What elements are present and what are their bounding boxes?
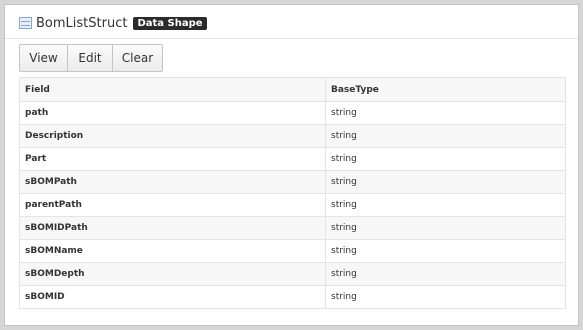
field-name-cell: sBOMName xyxy=(20,240,326,262)
field-name-cell: sBOMPath xyxy=(20,171,326,193)
header-divider xyxy=(5,38,578,39)
column-header-field[interactable]: Field xyxy=(20,78,326,101)
panel-header: BomListStruct Data Shape xyxy=(19,11,207,35)
field-name-cell: sBOMID xyxy=(20,286,326,308)
base-type-cell: string xyxy=(331,246,357,256)
field-name-cell: Description xyxy=(20,125,326,147)
table-row[interactable]: Part string xyxy=(20,147,565,170)
field-name-cell: sBOMDepth xyxy=(20,263,326,285)
view-button[interactable]: View xyxy=(20,45,68,71)
base-type-cell: string xyxy=(331,269,357,279)
table-row[interactable]: parentPath string xyxy=(20,193,565,216)
grid-header-row: Field BaseType xyxy=(20,78,565,101)
table-row[interactable]: sBOMID string xyxy=(20,285,565,308)
field-name-cell: sBOMIDPath xyxy=(20,217,326,239)
field-name-cell: Part xyxy=(20,148,326,170)
table-row[interactable]: Description string xyxy=(20,124,565,147)
table-row[interactable]: sBOMIDPath string xyxy=(20,216,565,239)
field-name-cell: path xyxy=(20,102,326,124)
field-definitions-grid: Field BaseType path string Description stri… xyxy=(19,77,566,309)
column-header-basetype[interactable]: BaseType xyxy=(326,78,565,101)
base-type-cell: string xyxy=(331,292,357,302)
field-name-cell: parentPath xyxy=(20,194,326,216)
base-type-cell: string xyxy=(331,108,357,118)
base-type-cell: string xyxy=(331,223,357,233)
clear-button[interactable]: Clear xyxy=(113,45,162,71)
base-type-cell: string xyxy=(331,154,357,164)
base-type-cell: string xyxy=(331,200,357,210)
base-type-cell: string xyxy=(331,131,357,141)
data-shape-icon xyxy=(19,17,32,29)
table-row[interactable]: sBOMPath string xyxy=(20,170,565,193)
table-row[interactable]: path string xyxy=(20,101,565,124)
grid-body: path string Description string Part string sBO… xyxy=(20,101,565,308)
table-row[interactable]: sBOMName string xyxy=(20,239,565,262)
base-type-cell: string xyxy=(331,177,357,187)
edit-button[interactable]: Edit xyxy=(68,45,113,71)
toolbar: View Edit Clear xyxy=(19,44,163,72)
table-row[interactable]: sBOMDepth string xyxy=(20,262,565,285)
entity-type-badge: Data Shape xyxy=(133,16,207,30)
data-shape-panel: BomListStruct Data Shape View Edit Clear… xyxy=(4,4,579,326)
entity-title: BomListStruct xyxy=(36,15,128,31)
